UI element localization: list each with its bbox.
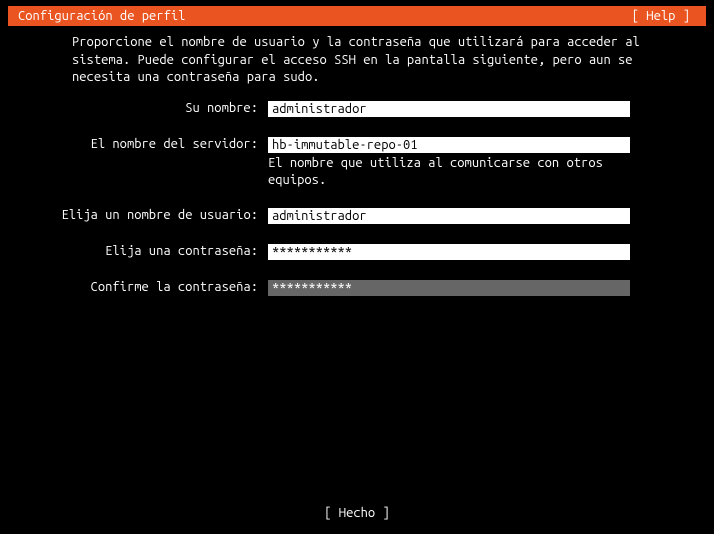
label-servername: El nombre del servidor: [16,137,268,151]
input-username[interactable]: administrador [268,208,630,224]
label-confirm: Confirme la contraseña: [16,280,268,294]
input-password[interactable]: *********** [268,244,630,260]
header-bar: Configuración de perfil [ Help ] [8,6,706,26]
intro-text: Proporcione el nombre de usuario y la co… [16,34,698,87]
row-username: Elija un nombre de usuario: administrado… [16,208,698,224]
label-name: Su nombre: [16,101,268,115]
help-button[interactable]: [ Help ] [632,9,694,23]
footer: [ Hecho ] [0,506,714,520]
row-servername: El nombre del servidor: hb-immutable-rep… [16,137,698,189]
page-title: Configuración de perfil [14,9,185,23]
row-password: Elija una contraseña: *********** [16,244,698,260]
input-name[interactable]: administrador [268,101,630,117]
content-area: Proporcione el nombre de usuario y la co… [0,26,714,296]
label-username: Elija un nombre de usuario: [16,208,268,222]
label-password: Elija una contraseña: [16,244,268,258]
input-confirm[interactable]: *********** [268,280,630,296]
hint-servername: El nombre que utiliza al comunicarse con… [268,155,630,189]
row-confirm: Confirme la contraseña: *********** [16,280,698,296]
row-name: Su nombre: administrador [16,101,698,117]
input-servername[interactable]: hb-immutable-repo-01 [268,137,630,153]
done-button[interactable]: [ Hecho ] [324,506,390,520]
